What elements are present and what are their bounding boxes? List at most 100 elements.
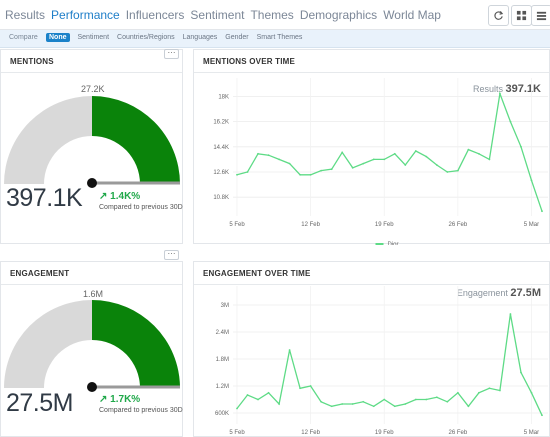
engagement-chart-point[interactable]: [320, 400, 323, 403]
mentions-chart-y-tick: 12.6K: [213, 170, 229, 176]
engagement-chart-point[interactable]: [351, 403, 354, 405]
list-view-button[interactable]: [531, 5, 550, 26]
engagement-chart-point[interactable]: [257, 398, 259, 401]
mentions-chart-point[interactable]: [372, 158, 375, 161]
engagement-chart-x-tick: 26 Feb: [449, 430, 468, 436]
engagement-chart-point[interactable]: [383, 398, 386, 401]
list-view-icon: [536, 11, 547, 21]
mentions-chart-point[interactable]: [299, 173, 302, 176]
engagement-gauge: [4, 300, 180, 392]
engagement-chart-point[interactable]: [499, 389, 501, 392]
tab-results[interactable]: Results: [5, 8, 45, 22]
mentions-chart-point[interactable]: [288, 162, 291, 165]
engagement-chart-point[interactable]: [456, 391, 459, 394]
mentions-chart-point[interactable]: [435, 164, 438, 166]
engagement-change-value: 1.7K%: [110, 394, 141, 405]
compare-none[interactable]: None: [46, 33, 70, 42]
tab-influencers[interactable]: Influencers: [126, 8, 185, 22]
engagement-chart-point[interactable]: [509, 313, 512, 315]
engagement-chart-series-line: [236, 313, 543, 416]
mentions-chart-point[interactable]: [425, 155, 428, 158]
engagement-chart-point[interactable]: [488, 387, 491, 390]
engagement-chart-point[interactable]: [372, 405, 375, 408]
tab-sentiment[interactable]: Sentiment: [190, 8, 244, 22]
mentions-chart-point[interactable]: [309, 173, 312, 176]
engagement-chart-point[interactable]: [236, 407, 238, 410]
mentions-chart-y-tick: 14.4K: [213, 145, 229, 151]
mentions-chart-point[interactable]: [456, 169, 459, 172]
engagement-line-chart: 600K 1.2M 1.8M 2.4M 3M 5 Feb 12 Feb 19 Feb 26 Fe…: [215, 286, 548, 436]
engagement-chart-point[interactable]: [299, 387, 302, 390]
engagement-chart-point[interactable]: [477, 391, 480, 394]
engagement-chart-point[interactable]: [520, 371, 522, 374]
mentions-chart-point[interactable]: [414, 150, 417, 152]
mentions-chart-point[interactable]: [246, 171, 249, 173]
tab-world-map[interactable]: World Map: [383, 8, 441, 22]
engagement-chart-point[interactable]: [414, 398, 417, 401]
mentions-chart-point[interactable]: [530, 179, 533, 182]
mentions-chart-y-tick: 18K: [218, 94, 229, 100]
engagement-chart-point[interactable]: [404, 403, 407, 405]
mentions-change-value: 1.4K%: [110, 191, 141, 202]
mentions-chart-point[interactable]: [257, 152, 259, 155]
mentions-chart-point[interactable]: [267, 154, 270, 157]
compare-bar: Compare None Sentiment Countries/Regions…: [0, 30, 550, 48]
mentions-chart-point[interactable]: [362, 162, 365, 165]
engagement-chart-point[interactable]: [267, 391, 270, 394]
compare-languages[interactable]: Languages: [183, 34, 218, 41]
tab-themes[interactable]: Themes: [250, 8, 293, 22]
engagement-chart-point[interactable]: [288, 349, 291, 351]
mentions-chart-point[interactable]: [278, 158, 280, 161]
engagement-chart-point[interactable]: [435, 396, 438, 399]
refresh-button[interactable]: [488, 5, 509, 26]
mentions-chart-point[interactable]: [477, 152, 480, 155]
mentions-chart-point[interactable]: [341, 151, 344, 154]
compare-gender[interactable]: Gender: [225, 34, 248, 41]
engagement-compare-text: Compared to previous 30D: [99, 407, 183, 414]
engagement-chart-point[interactable]: [541, 414, 543, 417]
mentions-chart-point[interactable]: [330, 168, 333, 171]
mentions-chart-point[interactable]: [446, 171, 449, 173]
mentions-more-button[interactable]: ···: [164, 49, 179, 59]
engagement-chart-point[interactable]: [341, 403, 344, 405]
engagement-more-button[interactable]: ···: [164, 250, 179, 260]
engagement-chart-point[interactable]: [530, 391, 533, 394]
engagement-chart-point[interactable]: [446, 400, 449, 403]
engagement-title: ENGAGEMENT: [10, 269, 70, 278]
mentions-chart-y-tick: 10.8K: [213, 195, 229, 201]
engagement-chart-point[interactable]: [467, 405, 470, 408]
mentions-chart-point[interactable]: [404, 164, 407, 166]
mentions-chart-x-tick: 5 Mar: [524, 222, 539, 228]
mentions-chart-point[interactable]: [467, 148, 470, 151]
compare-countries-regions[interactable]: Countries/Regions: [117, 34, 175, 41]
compare-sentiment[interactable]: Sentiment: [78, 34, 110, 41]
tab-demographics[interactable]: Demographics: [300, 8, 377, 22]
mentions-chart-point[interactable]: [351, 166, 354, 169]
mentions-panel: MENTIONS ··· 27.2K 397.1K ↗ 1.4K% Compar…: [0, 49, 183, 244]
mentions-chart-point[interactable]: [499, 92, 501, 95]
engagement-chart-point[interactable]: [309, 385, 312, 387]
mentions-chart-point[interactable]: [541, 210, 543, 213]
tab-performance[interactable]: Performance: [51, 8, 120, 22]
engagement-value: 27.5M: [6, 389, 73, 417]
mentions-chart-point[interactable]: [393, 152, 396, 155]
engagement-chart-point[interactable]: [425, 398, 428, 401]
engagement-chart-y-tick: 1.8M: [216, 357, 229, 363]
mentions-chart-point[interactable]: [520, 145, 522, 148]
mentions-chart-point[interactable]: [320, 169, 323, 172]
mentions-chart-point[interactable]: [509, 120, 512, 123]
engagement-chart-y-tick: 3M: [221, 303, 229, 309]
engagement-chart-point[interactable]: [330, 405, 333, 408]
engagement-chart-point[interactable]: [246, 394, 249, 396]
grid-view-button[interactable]: [511, 5, 532, 26]
engagement-chart-point[interactable]: [278, 403, 280, 405]
mentions-chart-point[interactable]: [236, 173, 238, 176]
mentions-gauge-max: 27.2K: [81, 84, 105, 94]
engagement-chart-point[interactable]: [393, 405, 396, 408]
refresh-icon: [494, 11, 504, 20]
compare-smart-themes[interactable]: Smart Themes: [257, 34, 303, 41]
mentions-over-time-panel: MENTIONS OVER TIME Results 397.1K 10.8K 1…: [193, 49, 550, 245]
mentions-chart-point[interactable]: [488, 158, 491, 161]
mentions-chart-point[interactable]: [383, 158, 386, 161]
engagement-chart-point[interactable]: [362, 400, 365, 403]
